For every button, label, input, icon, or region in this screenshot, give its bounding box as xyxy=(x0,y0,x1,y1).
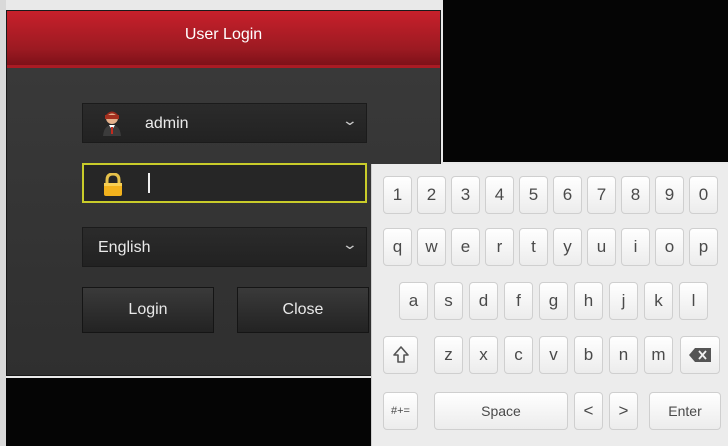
key-h[interactable]: h xyxy=(574,282,603,320)
key-b[interactable]: b xyxy=(574,336,603,374)
key-0[interactable]: 0 xyxy=(689,176,718,214)
key-z[interactable]: z xyxy=(434,336,463,374)
cursor-left-key[interactable]: < xyxy=(574,392,603,430)
key-m[interactable]: m xyxy=(644,336,673,374)
key-o[interactable]: o xyxy=(655,228,684,266)
enter-key[interactable]: Enter xyxy=(649,392,721,430)
backspace-key[interactable] xyxy=(680,336,720,374)
key-8[interactable]: 8 xyxy=(621,176,650,214)
key-x[interactable]: x xyxy=(469,336,498,374)
shift-key[interactable] xyxy=(383,336,418,374)
key-d[interactable]: d xyxy=(469,282,498,320)
language-value: English xyxy=(98,239,151,256)
key-f[interactable]: f xyxy=(504,282,533,320)
key-q[interactable]: q xyxy=(383,228,412,266)
login-button[interactable]: Login xyxy=(82,287,214,333)
key-c[interactable]: c xyxy=(504,336,533,374)
key-w[interactable]: w xyxy=(417,228,446,266)
key-j[interactable]: j xyxy=(609,282,638,320)
password-field[interactable] xyxy=(82,163,367,203)
username-value: admin xyxy=(145,115,189,132)
cursor-right-key[interactable]: > xyxy=(609,392,638,430)
key-p[interactable]: p xyxy=(689,228,718,266)
user-icon xyxy=(103,111,121,136)
key-r[interactable]: r xyxy=(485,228,514,266)
key-i[interactable]: i xyxy=(621,228,650,266)
text-cursor xyxy=(148,173,150,193)
key-u[interactable]: u xyxy=(587,228,616,266)
close-button[interactable]: Close xyxy=(237,287,369,333)
background-black-bottom xyxy=(6,378,372,446)
key-2[interactable]: 2 xyxy=(417,176,446,214)
on-screen-keyboard: 1 2 3 4 5 6 7 8 9 0 q w e r t y u i o p … xyxy=(371,164,728,446)
key-6[interactable]: 6 xyxy=(553,176,582,214)
lock-icon xyxy=(104,173,122,196)
key-g[interactable]: g xyxy=(539,282,568,320)
language-select[interactable]: English ⌄ xyxy=(82,227,367,267)
chevron-down-icon: ⌄ xyxy=(341,112,359,128)
space-key[interactable]: Space xyxy=(434,392,568,430)
symbols-key[interactable]: #+= xyxy=(383,392,418,430)
key-l[interactable]: l xyxy=(679,282,708,320)
key-1[interactable]: 1 xyxy=(383,176,412,214)
key-5[interactable]: 5 xyxy=(519,176,548,214)
chevron-down-icon: ⌄ xyxy=(341,236,359,252)
key-3[interactable]: 3 xyxy=(451,176,480,214)
key-e[interactable]: e xyxy=(451,228,480,266)
key-y[interactable]: y xyxy=(553,228,582,266)
key-a[interactable]: a xyxy=(399,282,428,320)
key-k[interactable]: k xyxy=(644,282,673,320)
username-select[interactable]: admin ⌄ xyxy=(82,103,367,143)
backspace-icon xyxy=(689,348,711,362)
key-7[interactable]: 7 xyxy=(587,176,616,214)
key-v[interactable]: v xyxy=(539,336,568,374)
key-t[interactable]: t xyxy=(519,228,548,266)
background-black-top xyxy=(443,0,728,162)
key-n[interactable]: n xyxy=(609,336,638,374)
key-4[interactable]: 4 xyxy=(485,176,514,214)
dialog-title: User Login xyxy=(7,11,440,68)
key-s[interactable]: s xyxy=(434,282,463,320)
shift-icon xyxy=(392,346,409,363)
key-9[interactable]: 9 xyxy=(655,176,684,214)
